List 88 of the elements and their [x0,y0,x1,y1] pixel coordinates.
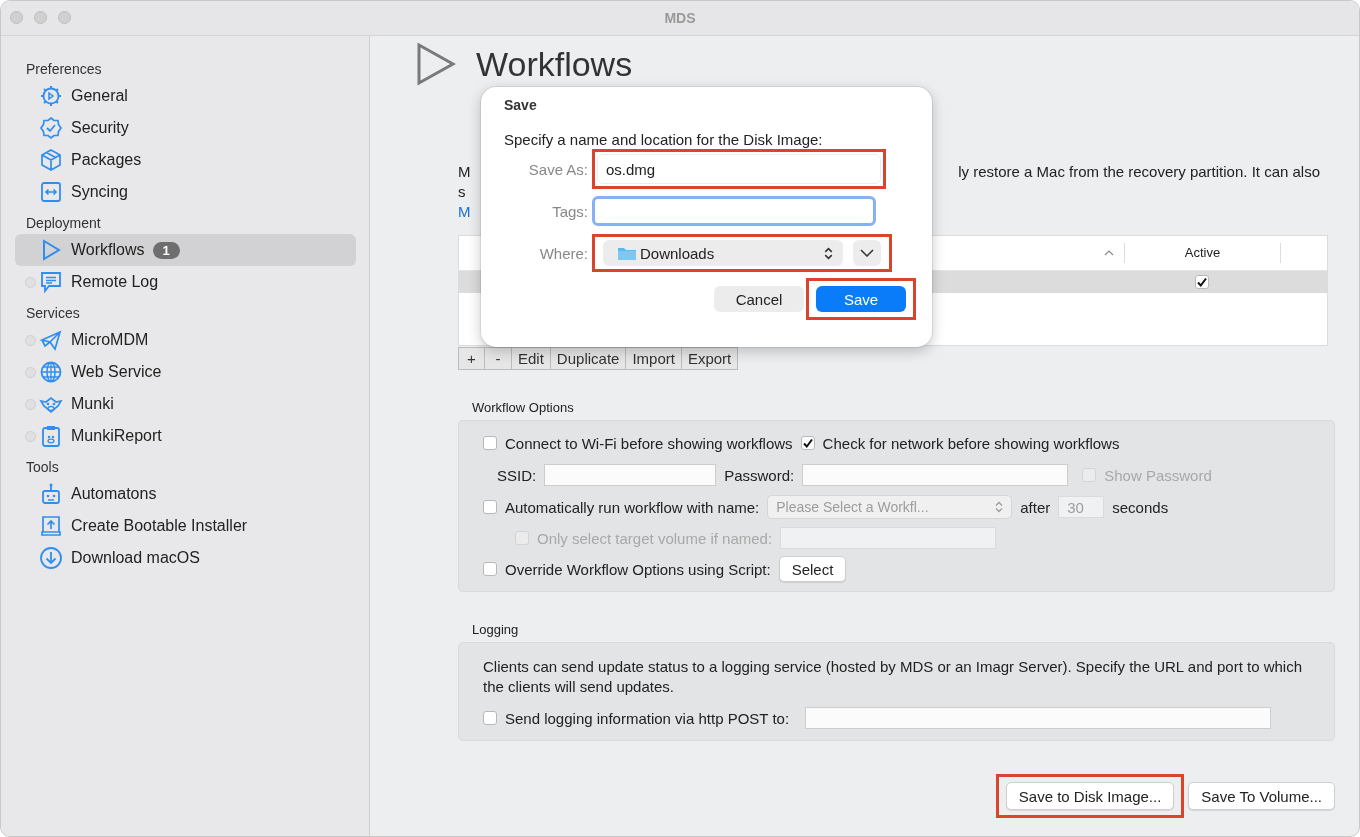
sidebar-item[interactable]: Packages [15,144,356,176]
checkbox-label: Show Password [1104,466,1212,484]
description-text: M [458,162,471,182]
speech-bubble-icon [39,270,63,294]
paper-plane-icon [39,328,63,352]
more-link[interactable]: M [458,203,471,220]
play-icon [416,42,456,86]
sidebar-section-title: Tools [25,458,60,477]
zoom-button[interactable] [58,11,71,24]
ssid-field[interactable] [544,464,717,486]
footer-button[interactable]: Save to Disk Image... [1005,782,1175,810]
sidebar-item[interactable]: Security [15,112,356,144]
password-field[interactable] [802,464,1069,486]
up-down-arrows-icon [824,246,833,260]
close-button[interactable] [10,11,23,24]
checkbox-label: Send logging information via http POST to: [505,709,790,727]
checkbox[interactable] [1194,275,1209,289]
window-title: MDS [664,10,696,26]
field-label: Tags: [551,202,589,220]
checkbox-label: Only select target volume if named: [537,529,773,547]
field-label: SSID: [497,466,537,484]
sidebar-item[interactable]: Automatons [15,478,356,510]
group-title: Workflow Options [472,400,575,415]
sidebar-item[interactable]: MunkiReport [15,420,356,452]
cancel-button[interactable]: Cancel [714,286,804,312]
shield-check-icon [39,116,63,140]
chevron-down-icon [860,249,874,257]
sidebar-item[interactable]: Remote Log [15,266,356,298]
column-header[interactable]: Active [1124,243,1281,263]
download-icon [39,546,63,570]
dialog-message: Specify a name and location for the Disk Image: [504,131,824,148]
description-text: s [458,183,466,200]
checkbox-label: Automatically run workflow with name: [505,498,760,516]
sidebar-section-title: Preferences [25,60,103,79]
count-badge: 1 [152,241,180,259]
sidebar-item[interactable]: Syncing [15,176,356,208]
field-label: seconds [1112,498,1169,516]
sync-icon [39,180,63,204]
minimize-button[interactable] [34,11,47,24]
table-action-button[interactable]: - [485,347,512,370]
checkbox[interactable] [483,562,497,576]
globe-icon [39,360,63,384]
table-action-button[interactable]: Edit [512,347,551,370]
up-down-arrows-icon [995,501,1004,513]
checkbox-label: Override Workflow Options using Script: [505,560,771,578]
checkbox-label: Connect to Wi-Fi before showing workflows [505,434,793,452]
sidebar-item[interactable]: Download macOS [15,542,356,574]
sidebar-item[interactable]: General [15,80,356,112]
file-name-field[interactable]: os.dmg [597,154,881,184]
sort-caret-icon[interactable] [1104,250,1114,256]
field-label: Password: [724,466,795,484]
field-label: Save As: [527,160,589,178]
cube-icon [39,148,63,172]
checkbox[interactable] [483,436,497,450]
table-action-button[interactable]: Import [626,347,682,370]
field-label: after [1020,498,1051,516]
robot-icon [39,482,63,506]
checkbox[interactable] [483,711,497,725]
url-field[interactable] [805,707,1272,729]
sidebar-item[interactable]: MicroMDM [15,324,356,356]
save-button[interactable]: Save [816,286,906,312]
sidebar-item[interactable]: Create Bootable Installer [15,510,356,542]
sidebar-section-title: Services [25,304,81,323]
page-title: Workflows [476,44,633,84]
clipboard-icon [39,424,63,448]
checkbox[interactable] [800,436,815,450]
drive-upload-icon [39,514,63,538]
table-action-button[interactable]: Export [681,347,739,370]
dialog-title: Save [504,97,538,113]
logging-description: Clients can send update status to a logging service (hosted by MDS or an Imagr Server). Specify the URL and port to which the clients will send updates. [483,657,1304,697]
folder-icon [617,245,637,261]
location-popup[interactable]: Downloads [603,240,843,266]
select-button[interactable]: Select [778,556,847,582]
sidebar-item[interactable]: Web Service [15,356,356,388]
table-action-button[interactable]: Duplicate [550,347,627,370]
checkbox-label: Check for network before showing workflows [822,434,1120,452]
sidebar-item[interactable]: Workflows 1 [15,234,356,266]
field-label: Where: [538,244,589,262]
checkbox[interactable] [483,500,497,514]
tags-field[interactable] [592,196,876,226]
gear-icon [39,84,63,108]
group-title: Logging [472,622,520,637]
footer-button[interactable]: Save To Volume... [1188,782,1335,810]
table-action-button[interactable]: + [458,347,485,370]
expand-button[interactable] [853,240,881,266]
sidebar-item[interactable]: Munki [15,388,356,420]
description-text: ly restore a Mac from the recovery partition. It can also [958,162,1320,182]
sidebar-section-title: Deployment [25,214,102,233]
